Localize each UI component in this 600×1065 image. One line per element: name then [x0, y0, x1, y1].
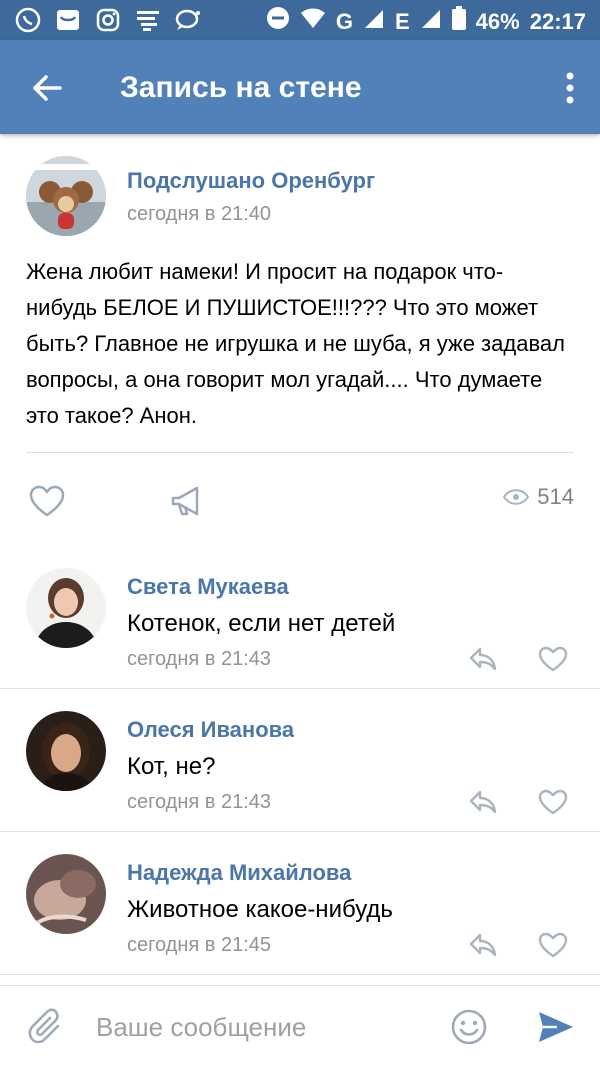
reply-button[interactable] — [468, 646, 498, 672]
battery-percent: 46% — [475, 8, 520, 34]
wifi-icon — [300, 7, 326, 36]
reply-button[interactable] — [468, 789, 498, 815]
message-input[interactable] — [96, 1012, 426, 1043]
avatar-photo — [26, 568, 106, 648]
status-bar: G E 46% 22:17 — [0, 0, 600, 40]
viber-icon — [14, 6, 42, 34]
comment-item: Света Мукаева Котенок, если нет детей се… — [0, 546, 600, 689]
comment-like-button[interactable] — [538, 932, 568, 958]
heart-icon — [538, 646, 568, 672]
comment-time: сегодня в 21:45 — [127, 934, 271, 956]
heart-icon — [29, 485, 65, 517]
megaphone-icon — [171, 486, 199, 516]
app-bar: Запись на стене — [0, 40, 600, 134]
heart-icon — [538, 932, 568, 958]
reply-icon — [469, 790, 497, 814]
arrow-left-icon — [33, 75, 62, 101]
commenter-avatar[interactable] — [26, 568, 106, 648]
comment-like-button[interactable] — [538, 789, 568, 815]
reply-icon — [469, 647, 497, 671]
chat-bubble-icon — [174, 6, 202, 34]
commenter-avatar[interactable] — [26, 711, 106, 791]
feed-icon — [134, 6, 162, 34]
avatar-photo — [26, 854, 106, 934]
share-button[interactable] — [168, 484, 206, 518]
send-arrow-icon — [539, 1012, 573, 1042]
avatar-photo — [26, 711, 106, 791]
battery-icon — [451, 6, 466, 37]
page-title: Запись на стене — [120, 71, 362, 104]
eye-icon — [503, 489, 530, 505]
more-menu-button[interactable] — [562, 68, 578, 108]
clock: 22:17 — [529, 8, 586, 34]
emoji-button[interactable] — [450, 1008, 488, 1046]
comment-time: сегодня в 21:43 — [127, 648, 271, 670]
network-type-1: G — [335, 8, 353, 34]
comment-text: Животное какое-нибудь — [127, 896, 393, 923]
views-counter: 514 — [503, 484, 574, 510]
heart-icon — [538, 789, 568, 815]
mail-icon — [54, 6, 82, 34]
back-button[interactable] — [30, 70, 66, 106]
community-avatar[interactable] — [26, 156, 106, 236]
attach-button[interactable] — [28, 1008, 66, 1048]
smiley-icon — [451, 1009, 487, 1045]
comment-item: Олеся Иванова Кот, не? сегодня в 21:43 — [0, 689, 600, 832]
views-count: 514 — [537, 484, 574, 509]
comment-author[interactable]: Олеся Иванова — [127, 717, 294, 743]
network-type-2: E — [394, 8, 410, 34]
more-vertical-icon — [566, 72, 574, 104]
like-button[interactable] — [28, 484, 66, 518]
post-author[interactable]: Подслушано Оренбург — [127, 168, 375, 194]
comment-item: Надежда Михайлова Животное какое-нибудь … — [0, 832, 600, 975]
paperclip-icon — [28, 1008, 60, 1044]
comment-author[interactable]: Надежда Михайлова — [127, 860, 351, 886]
system-status: G E 46% 22:17 — [266, 6, 586, 37]
reply-button[interactable] — [468, 932, 498, 958]
reply-icon — [469, 933, 497, 957]
notification-icons — [14, 6, 202, 34]
comment-text: Кот, не? — [127, 753, 216, 780]
send-button[interactable] — [536, 1008, 576, 1046]
post-time: сегодня в 21:40 — [127, 203, 271, 225]
comment-like-button[interactable] — [538, 646, 568, 672]
post-text: Жена любит намеки! И просит на подарок ч… — [26, 259, 565, 428]
instagram-icon — [94, 6, 122, 34]
dnd-icon — [266, 6, 290, 37]
comment-time: сегодня в 21:43 — [127, 791, 271, 813]
message-composer — [0, 985, 600, 1065]
divider — [26, 452, 574, 453]
signal-icon-2 — [420, 7, 442, 36]
commenter-avatar[interactable] — [26, 854, 106, 934]
signal-icon — [363, 7, 385, 36]
comment-author[interactable]: Света Мукаева — [127, 574, 289, 600]
cheburashka-avatar-image — [26, 156, 106, 236]
comment-text: Котенок, если нет детей — [127, 610, 396, 637]
